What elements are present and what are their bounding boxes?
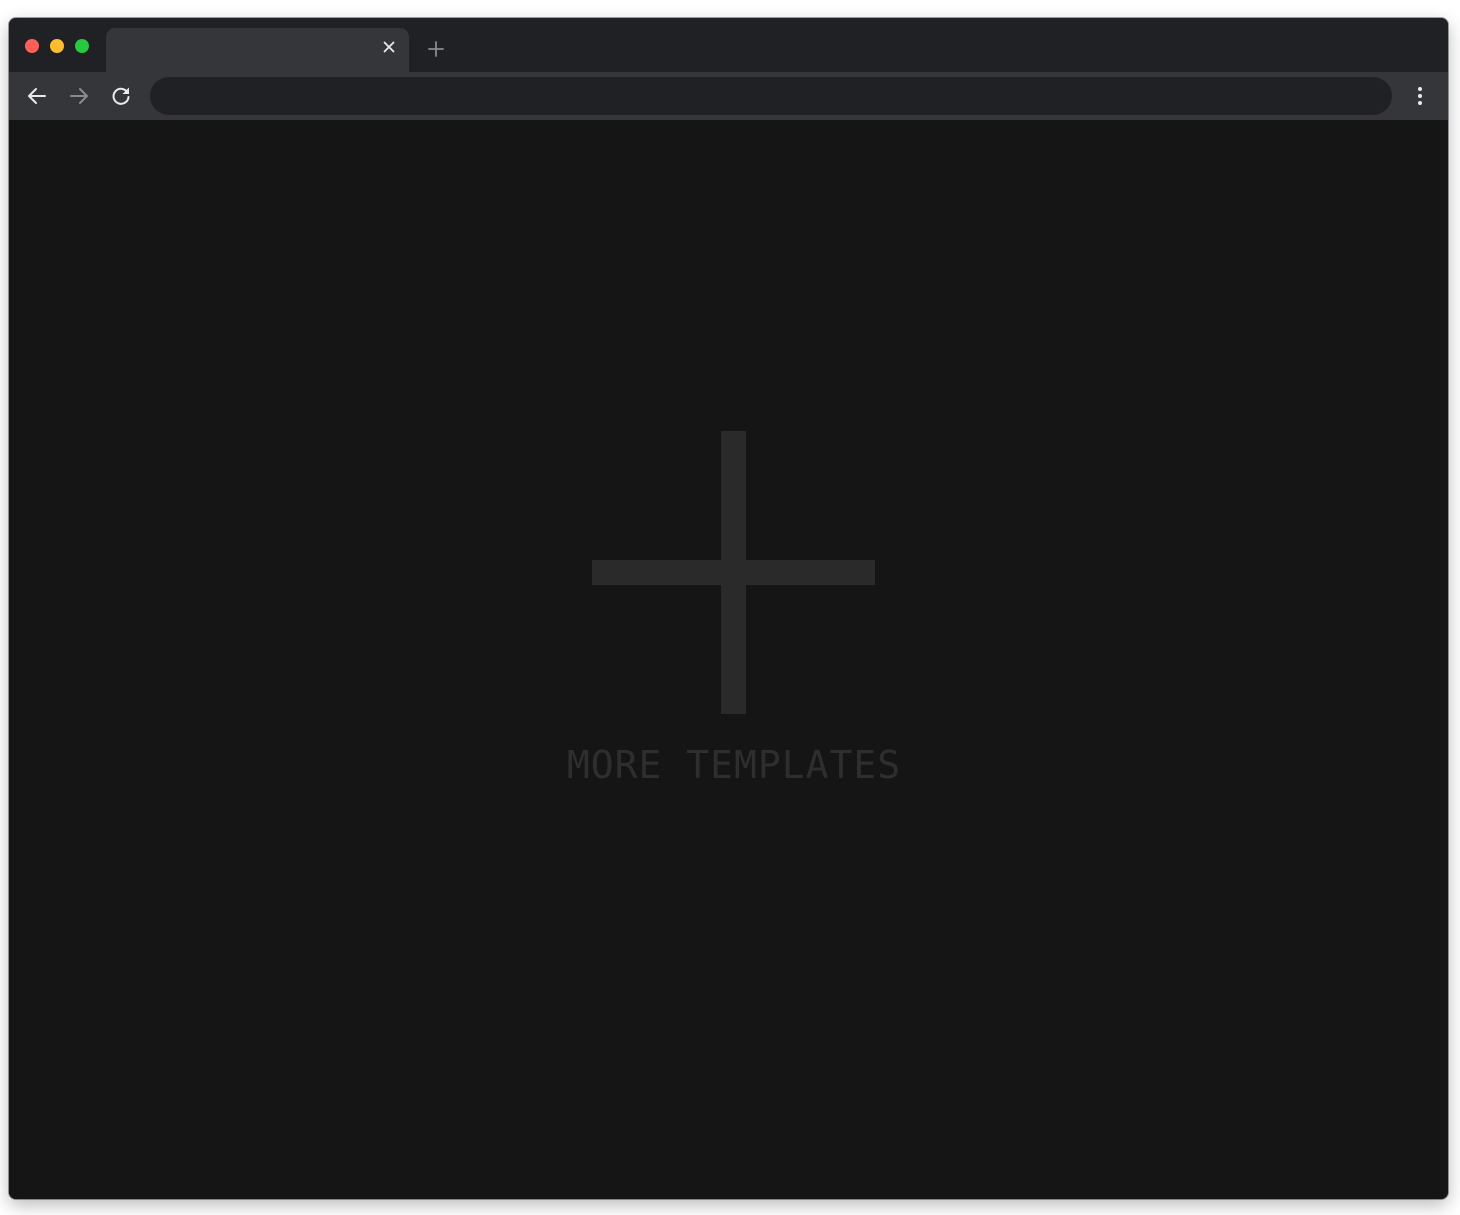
more-templates-tile[interactable]: MORE TEMPLATES <box>549 420 919 800</box>
vertical-dots-menu-icon[interactable] <box>1408 84 1432 108</box>
forward-arrow-icon[interactable] <box>67 84 91 108</box>
page-content: MORE TEMPLATES <box>9 120 1448 1199</box>
close-window-button[interactable] <box>25 39 39 53</box>
back-arrow-icon[interactable] <box>25 84 49 108</box>
tab-close-icon[interactable] <box>381 39 397 55</box>
minimize-window-button[interactable] <box>50 39 64 53</box>
more-templates-label: MORE TEMPLATES <box>566 743 902 787</box>
new-tab-plus-icon[interactable] <box>427 40 445 58</box>
browser-toolbar <box>9 72 1448 120</box>
title-bar <box>9 18 1448 72</box>
browser-window: MORE TEMPLATES <box>9 18 1448 1199</box>
tab-active[interactable] <box>106 28 409 72</box>
reload-icon[interactable] <box>109 84 133 108</box>
address-bar-input[interactable] <box>150 77 1392 115</box>
maximize-window-button[interactable] <box>75 39 89 53</box>
